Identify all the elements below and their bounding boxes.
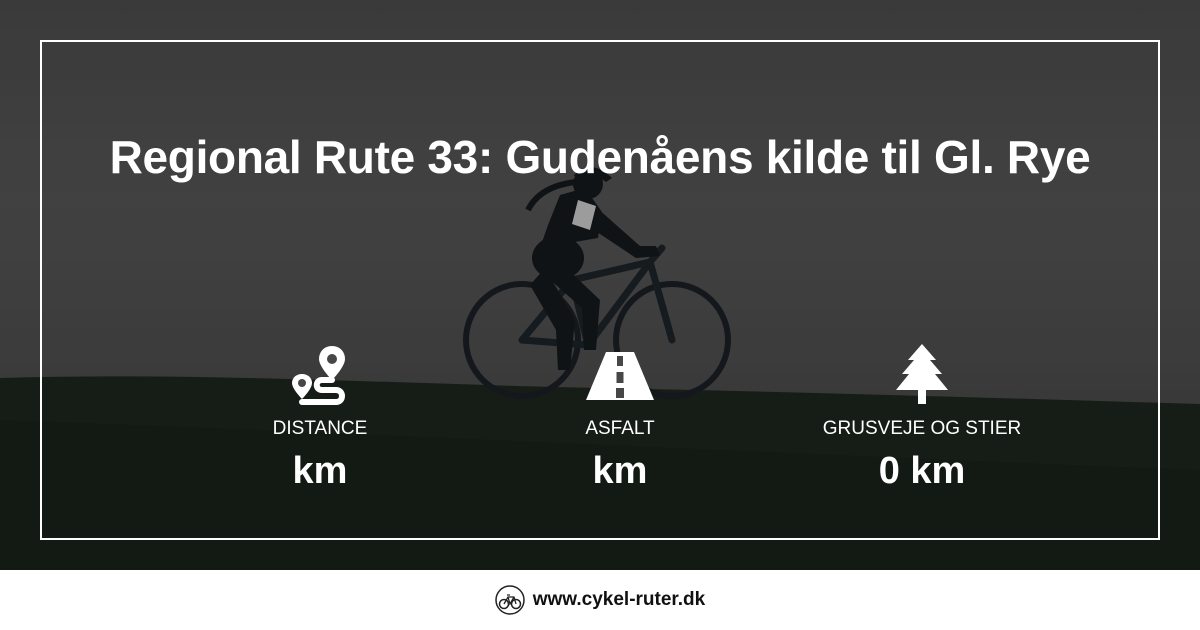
road-icon — [586, 352, 654, 400]
stat-label: ASFALT — [585, 418, 655, 439]
stat-gravel: GRUSVEJE OG STIER 0 km — [772, 342, 1072, 493]
stat-value: km — [592, 450, 648, 492]
stat-label: DISTANCE — [272, 418, 368, 439]
route-title: Regional Rute 33: Gudenåens kilde til Gl… — [109, 131, 1091, 183]
route-icon — [292, 346, 345, 405]
stat-value: 0 km — [878, 450, 966, 492]
stat-distance: DISTANCE km — [170, 342, 470, 493]
footer: www.cykel-ruter.dk — [0, 570, 1200, 630]
site-url[interactable]: www.cykel-ruter.dk — [533, 589, 705, 611]
tree-icon — [896, 344, 948, 404]
bicycle-logo-icon — [495, 585, 525, 615]
stat-asphalt: ASFALT km — [470, 342, 770, 493]
stat-label: GRUSVEJE OG STIER — [822, 418, 1022, 439]
stat-value: km — [292, 450, 348, 492]
